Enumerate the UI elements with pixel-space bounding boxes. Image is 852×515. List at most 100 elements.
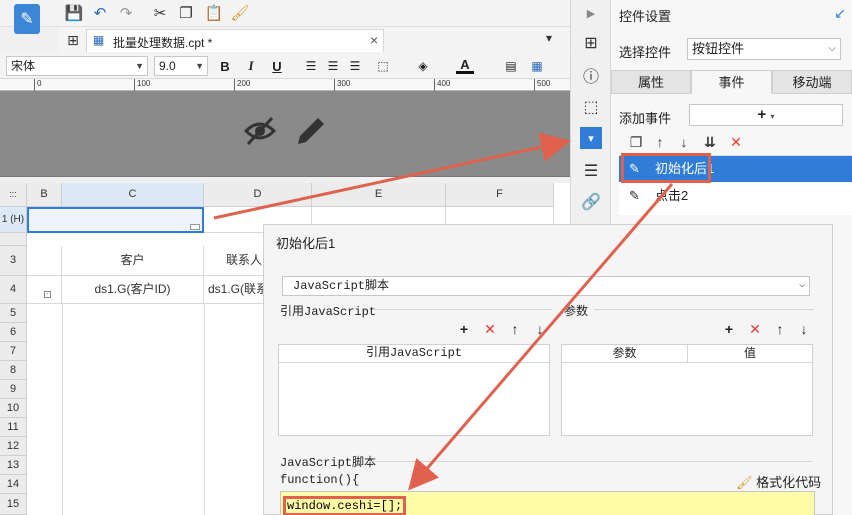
move-bottom-icon[interactable]: ⇊ [701, 133, 719, 151]
grid-corner[interactable]: ::: [0, 183, 27, 207]
format-code-button[interactable]: 🖌 格式化代码 [736, 472, 821, 491]
collapse-arrow-icon[interactable]: ▶ [580, 2, 602, 24]
format-brush-icon[interactable]: 🖌 [230, 3, 250, 23]
row-header[interactable]: 10 [0, 399, 27, 418]
row-header[interactable]: 1 (H) [0, 207, 27, 233]
tab-events[interactable]: 事件 [691, 70, 772, 94]
app-menu-icon[interactable]: ✎ [14, 4, 40, 34]
tab-file-label: 批量处理数据.cpt * [113, 36, 213, 50]
row-header[interactable]: 11 [0, 418, 27, 437]
row-header[interactable]: 4 [0, 276, 27, 304]
row-header[interactable]: 13 [0, 456, 27, 475]
ruler-tick: 500 [534, 79, 550, 91]
divider [368, 461, 812, 462]
grid-cell[interactable]: - [27, 276, 62, 304]
event-type-select[interactable]: JavaScript脚本 ⌵ [282, 276, 810, 296]
save-icon[interactable]: 💾 [64, 3, 84, 23]
italic-button[interactable]: I [242, 57, 260, 75]
align-center-icon[interactable]: ☰ [324, 57, 342, 75]
link-icon[interactable]: 🔗 [580, 191, 602, 213]
event-item-click[interactable]: ✎ 点击2 [619, 183, 852, 209]
row-header[interactable] [0, 233, 27, 246]
font-color-button[interactable]: A [456, 57, 474, 74]
pencil-icon [298, 118, 324, 144]
event-toolbar: ❐ ↑ ↓ ⇊ ✕ [619, 132, 844, 154]
event-type-value: JavaScript脚本 [293, 279, 390, 293]
delete-param-button[interactable]: ✕ [747, 321, 763, 337]
paste-icon[interactable]: 📋 [204, 3, 224, 23]
row-header[interactable]: 6 [0, 323, 27, 342]
align-left-icon[interactable]: ☰ [302, 57, 320, 75]
column-header[interactable]: D [204, 183, 312, 207]
row-header[interactable]: 9 [0, 380, 27, 399]
grid-icon[interactable]: ⊞ [64, 31, 82, 49]
column-header[interactable]: B [27, 183, 62, 207]
move-down-ref-js-button[interactable]: ↓ [532, 321, 548, 337]
row-header[interactable]: 14 [0, 475, 27, 494]
row-header[interactable]: 7 [0, 342, 27, 361]
tab-menu-icon[interactable]: ▾ [546, 31, 552, 45]
pin-icon[interactable]: ↙ [834, 5, 846, 22]
tab-mobile[interactable]: 移动端 [772, 70, 852, 94]
add-param-button[interactable]: + [721, 321, 737, 337]
row-header[interactable]: 3 [0, 246, 27, 276]
copy-icon[interactable]: ❐ [627, 133, 645, 151]
grid-cell[interactable] [27, 246, 62, 276]
font-size-select[interactable]: 9.0 ▼ [154, 56, 208, 76]
tab-properties[interactable]: 属性 [611, 70, 691, 94]
move-down-icon[interactable]: ↓ [675, 133, 693, 151]
ruler-tick: 0 [34, 79, 41, 91]
format-toolbar: 宋体 ▼ 9.0 ▼ B I U ☰ ☰ ☰ ⬚ ◈ A ▤ ▦ [0, 53, 570, 79]
close-tab-icon[interactable]: × [370, 32, 378, 48]
widget-marker-icon [190, 224, 200, 230]
row-header[interactable]: 15 [0, 494, 27, 515]
button-widget-preview[interactable] [240, 111, 340, 151]
style-icon[interactable]: ☰ [580, 160, 602, 182]
chevron-down-icon: ▼ [135, 61, 144, 71]
column-header[interactable]: F [446, 183, 554, 207]
move-down-param-button[interactable]: ↓ [796, 321, 812, 337]
move-up-icon[interactable]: ↑ [651, 133, 669, 151]
redo-icon[interactable]: ↷ [116, 3, 136, 23]
cell-c4[interactable]: ds1.G(客户ID) [62, 276, 204, 304]
ref-js-table[interactable]: 引用JavaScript [278, 344, 550, 436]
merge-icon[interactable]: ▤ [502, 57, 520, 75]
table-icon[interactable]: ▦ [528, 57, 546, 75]
move-up-ref-js-button[interactable]: ↑ [507, 321, 523, 337]
column-header[interactable]: C [62, 183, 204, 207]
js-code-editor[interactable]: window.ceshi=[]; [280, 491, 815, 515]
row-header[interactable]: 5 [0, 304, 27, 323]
row-header[interactable]: 8 [0, 361, 27, 380]
copy-icon[interactable]: ❐ [176, 3, 196, 23]
cell-c3[interactable]: 客户 [62, 246, 204, 276]
frame-icon[interactable]: ⬚ [580, 96, 602, 118]
chevron-down-icon: ▼ [195, 61, 204, 71]
cell-attr-icon[interactable]: ⓘ [580, 64, 602, 86]
row-header[interactable]: 12 [0, 437, 27, 456]
column-header[interactable]: E [312, 183, 446, 207]
gridline [62, 304, 63, 515]
move-up-param-button[interactable]: ↑ [772, 321, 788, 337]
border-icon[interactable]: ⬚ [374, 57, 392, 75]
delete-ref-js-button[interactable]: ✕ [482, 321, 498, 337]
align-right-icon[interactable]: ☰ [346, 57, 364, 75]
delete-icon[interactable]: ✕ [727, 133, 745, 151]
add-event-button[interactable]: + ▾ [689, 104, 843, 126]
add-ref-js-button[interactable]: + [456, 321, 472, 337]
ruler-tick: 100 [134, 79, 150, 91]
params-column-header: 参数 [562, 345, 688, 363]
tab-file[interactable]: ▦ 批量处理数据.cpt * × [86, 29, 384, 52]
font-family-select[interactable]: 宋体 ▼ [6, 56, 148, 76]
cut-icon[interactable]: ✂ [150, 3, 170, 23]
parameter-canvas[interactable] [0, 91, 570, 177]
params-table[interactable]: 参数 值 [561, 344, 813, 436]
undo-icon[interactable]: ↶ [90, 3, 110, 23]
fill-color-icon[interactable]: ◈ [414, 57, 432, 75]
bold-button[interactable]: B [216, 57, 234, 75]
widget-settings-icon[interactable]: ▾ [580, 127, 602, 149]
underline-button[interactable]: U [268, 57, 286, 75]
layout-icon[interactable]: ⊞ [580, 32, 602, 54]
panel-title: 控件设置 [619, 9, 672, 24]
select-widget-dropdown[interactable]: 按钮控件 ⌵ [687, 38, 841, 60]
selected-cell-b1[interactable] [27, 207, 204, 233]
